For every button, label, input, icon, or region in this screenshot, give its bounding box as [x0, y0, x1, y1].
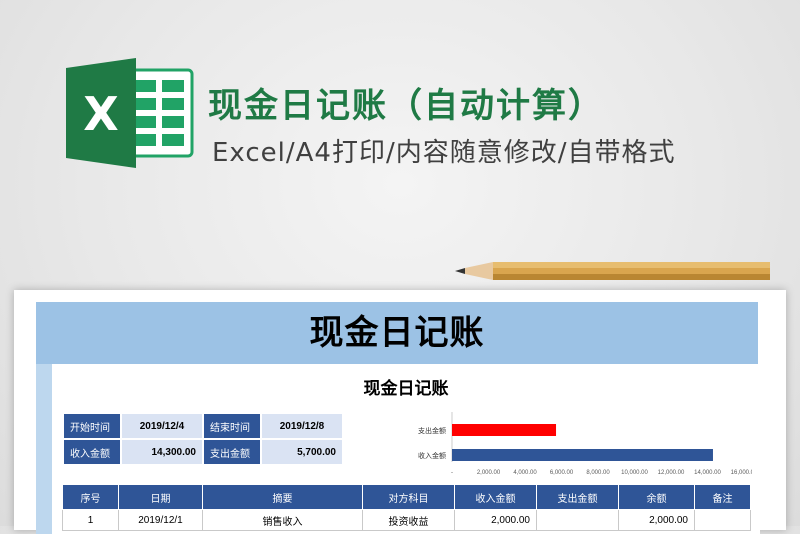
- excel-logo-icon: X: [66, 58, 194, 168]
- row-expense-cell[interactable]: [536, 509, 619, 531]
- row-date-cell[interactable]: 2019/12/1: [118, 509, 203, 531]
- chart-x-tick-label: 14,000.00: [694, 470, 721, 476]
- promo-subtitle: Excel/A4打印/内容随意修改/自带格式: [212, 138, 676, 168]
- col-header-balance[interactable]: 余额: [618, 484, 695, 510]
- ledger-header-row: 序号 日期 摘要 对方科目 收入金额 支出金额 余额 备注: [62, 484, 751, 510]
- end-date-cell[interactable]: 2019/12/8: [262, 414, 342, 438]
- sheet-title: 现金日记账: [363, 379, 449, 399]
- start-date-label: 开始时间: [64, 414, 120, 438]
- chart-x-tick-label: -: [451, 470, 453, 476]
- chart-category-label: 收入金额: [418, 451, 446, 460]
- chart-x-tick-label: 8,000.00: [586, 470, 610, 476]
- row-no-cell[interactable]: 1: [62, 509, 119, 531]
- chart-x-tick-label: 10,000.00: [621, 470, 648, 476]
- col-header-income[interactable]: 收入金额: [454, 484, 537, 510]
- col-header-account[interactable]: 对方科目: [362, 484, 455, 510]
- row-note-cell[interactable]: [694, 509, 751, 531]
- row-income-cell[interactable]: 2,000.00: [454, 509, 537, 531]
- chart-x-tick-label: 6,000.00: [550, 470, 574, 476]
- sheet-header-title: 现金日记账: [309, 313, 485, 353]
- sheet-header: 现金日记账: [36, 302, 758, 364]
- promo-title: 现金日记账（自动计算）: [208, 86, 604, 126]
- expense-total-cell[interactable]: 5,700.00: [262, 440, 342, 464]
- col-header-note[interactable]: 备注: [694, 484, 751, 510]
- end-date-label: 结束时间: [204, 414, 260, 438]
- chart-bar: [452, 449, 713, 461]
- chart-x-tick-label: 2,000.00: [477, 470, 501, 476]
- summary-table: 开始时间 2019/12/4 结束时间 2019/12/8 收入金额 14,30…: [62, 412, 344, 466]
- row-account-cell[interactable]: 投资收益: [362, 509, 455, 531]
- income-expense-bar-chart: 支出金额收入金额 - 2,000.00 4,000.00 6,000.00 8,000.0…: [418, 412, 752, 476]
- row-balance-cell[interactable]: 2,000.00: [618, 509, 695, 531]
- chart-x-tick-label: 12,000.00: [658, 470, 685, 476]
- table-row: 1 2019/12/1 销售收入 投资收益 2,000.00 2,000.00: [62, 509, 751, 531]
- pencil-icon: [455, 262, 770, 280]
- chart-bar: [452, 424, 557, 436]
- col-header-expense[interactable]: 支出金额: [536, 484, 619, 510]
- income-total-label: 收入金额: [64, 440, 120, 464]
- start-date-cell[interactable]: 2019/12/4: [122, 414, 202, 438]
- chart-x-tick-label: 16,000.00: [731, 470, 752, 476]
- ledger-table: 序号 日期 摘要 对方科目 收入金额 支出金额 余额 备注 1 2019/12/…: [62, 484, 751, 531]
- chart-x-tick-label: 4,000.00: [513, 470, 537, 476]
- col-header-no[interactable]: 序号: [62, 484, 119, 510]
- row-summary-cell[interactable]: 销售收入: [202, 509, 363, 531]
- excel-logo-letter: X: [83, 87, 118, 141]
- chart-category-label: 支出金额: [418, 426, 446, 435]
- income-total-cell[interactable]: 14,300.00: [122, 440, 202, 464]
- cash-journal-sheet: 现金日记账 开始时间 2019/12/4 结束时间 2019/12/8 收入金额…: [52, 364, 760, 534]
- col-header-summary[interactable]: 摘要: [202, 484, 363, 510]
- col-header-date[interactable]: 日期: [118, 484, 203, 510]
- expense-total-label: 支出金额: [204, 440, 260, 464]
